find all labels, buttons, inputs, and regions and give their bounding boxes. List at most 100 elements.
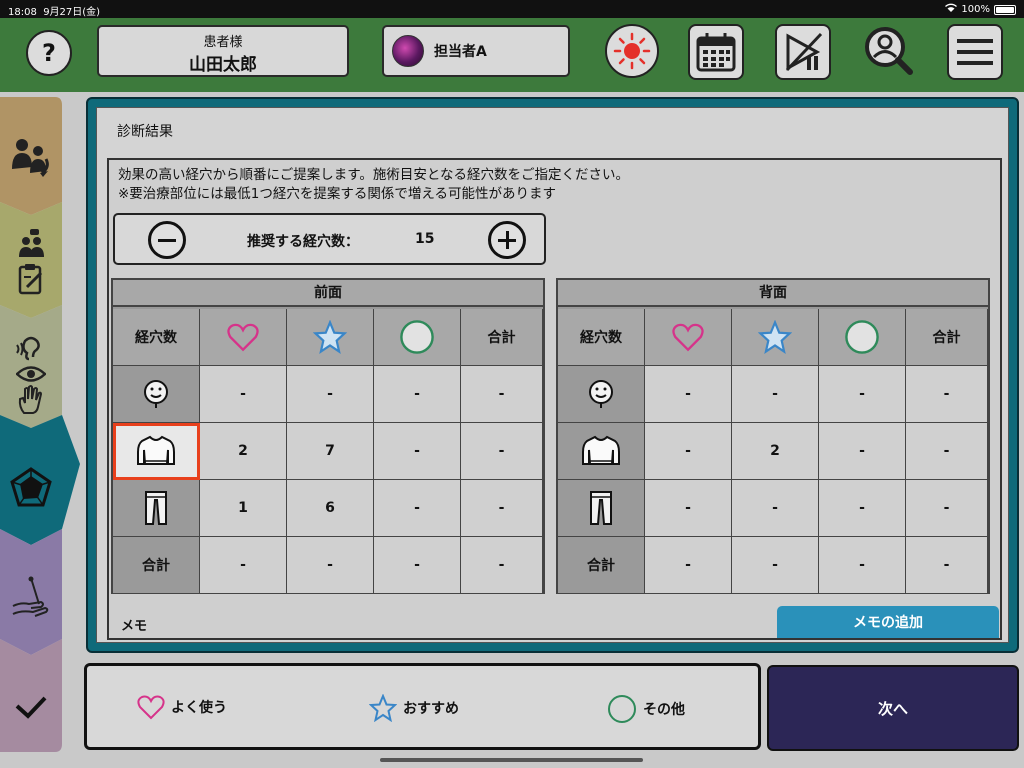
- back-row-upper-body[interactable]: [558, 423, 645, 480]
- staff-avatar: [392, 35, 424, 67]
- front-row-face[interactable]: [113, 366, 200, 423]
- circle-icon: [845, 320, 879, 354]
- clipboard-icon: [18, 264, 43, 295]
- sunlight-button[interactable]: [605, 24, 659, 78]
- description-line-1: 効果の高い経穴から順番にご提案します。施術目安となる経穴数をご指定ください。: [118, 167, 629, 183]
- front-cell: -: [287, 537, 374, 594]
- back-cell: -: [645, 423, 732, 480]
- front-row-upper-body[interactable]: [113, 423, 200, 480]
- front-table-title: 前面: [113, 280, 543, 307]
- face-icon: [589, 380, 613, 408]
- status-time: 18:08 9月27日(金): [8, 7, 101, 18]
- front-cell: -: [374, 537, 461, 594]
- back-col-header-2: [732, 309, 819, 366]
- status-right: 100%: [945, 3, 1016, 16]
- front-col-header-3: [374, 309, 461, 366]
- next-button[interactable]: 次へ: [767, 665, 1019, 751]
- battery-icon: [994, 4, 1016, 15]
- sidebar-item-complete[interactable]: [0, 672, 62, 742]
- back-row-face[interactable]: [558, 366, 645, 423]
- front-cell: -: [374, 480, 461, 537]
- back-col-header-1: [645, 309, 732, 366]
- user-search-icon: [865, 27, 913, 75]
- calendar-button[interactable]: [688, 24, 744, 80]
- patient-name: 山田太郎: [189, 55, 257, 75]
- back-cell: -: [819, 537, 906, 594]
- play-pause-button[interactable]: [775, 24, 831, 80]
- front-col-header-4: 合計: [461, 309, 543, 366]
- battery-percent: 100%: [961, 4, 990, 15]
- sun-icon: [613, 32, 651, 70]
- sidebar-item-acupuncture[interactable]: [0, 562, 62, 632]
- decrease-button[interactable]: [148, 221, 186, 259]
- play-pause-icon: [785, 32, 823, 72]
- back-cell: -: [906, 537, 988, 594]
- front-cell: -: [461, 366, 543, 423]
- back-cell: -: [732, 537, 819, 594]
- staff-card[interactable]: 担当者A: [382, 25, 570, 77]
- back-cell: -: [906, 423, 988, 480]
- description-line-2: ※要治療部位には最低1つ経穴を提案する関係で増える可能性があります: [118, 186, 556, 202]
- front-cell: -: [461, 423, 543, 480]
- back-row-lower-body[interactable]: [558, 480, 645, 537]
- memo-label: メモ: [121, 619, 148, 634]
- star-icon: [758, 320, 792, 354]
- legend-recommended: おすすめ: [369, 694, 459, 722]
- legend-bar: よく使う おすすめ その他: [84, 663, 761, 750]
- back-cell: -: [645, 366, 732, 423]
- front-corner-label: 経穴数: [113, 309, 200, 366]
- section-title: 診断結果: [117, 124, 173, 140]
- back-cell: -: [906, 480, 988, 537]
- acupoint-count-stepper: 推奨する経穴数： 15: [113, 213, 546, 265]
- front-cell: -: [374, 423, 461, 480]
- sidebar-item-diagnosis[interactable]: [0, 452, 62, 522]
- hand-icon: [18, 385, 43, 414]
- calendar-icon: [696, 33, 736, 72]
- people-chat-icon: [19, 229, 44, 257]
- heart-icon: [227, 323, 259, 352]
- description: 効果の高い経穴から順番にご提案します。施術目安となる経穴数をご指定ください。 ※…: [118, 166, 629, 204]
- back-cell: -: [645, 480, 732, 537]
- front-table: 前面 経穴数 合計 - - - -2 7- -1 6- - 合計 - - - -: [111, 278, 545, 594]
- hamburger-icon: [957, 39, 993, 65]
- top-header: ? 患者様 山田太郎 担当者A: [0, 18, 1024, 92]
- help-button[interactable]: ?: [26, 30, 72, 76]
- staff-name: 担当者A: [434, 44, 487, 60]
- patient-search-button[interactable]: [862, 24, 916, 78]
- eye-icon: [16, 366, 46, 382]
- legend-other: その他: [607, 694, 685, 724]
- back-cell: 2: [732, 423, 819, 480]
- upper-body-icon: [582, 435, 620, 465]
- status-bar: 18:08 9月27日(金) 100%: [0, 0, 1024, 18]
- front-cell: 6: [287, 480, 374, 537]
- front-cell: 1: [200, 480, 287, 537]
- check-icon: [15, 696, 47, 719]
- front-cell: -: [200, 366, 287, 423]
- star-icon: [313, 320, 347, 354]
- front-cell: 7: [287, 423, 374, 480]
- patient-card[interactable]: 患者様 山田太郎: [97, 25, 349, 77]
- add-memo-button[interactable]: メモの追加: [777, 606, 999, 638]
- patient-transfer-icon: [12, 139, 49, 177]
- increase-button[interactable]: [488, 221, 526, 259]
- back-cell: -: [906, 366, 988, 423]
- back-row-total: 合計: [558, 537, 645, 594]
- back-cell: -: [819, 423, 906, 480]
- circle-icon: [400, 320, 434, 354]
- front-col-header-2: [287, 309, 374, 366]
- front-cell: -: [287, 366, 374, 423]
- legend-frequent: よく使う: [137, 694, 227, 720]
- sidebar-item-patient-transfer[interactable]: [0, 127, 62, 187]
- front-cell: 2: [200, 423, 287, 480]
- front-row-lower-body[interactable]: [113, 480, 200, 537]
- back-col-header-4: 合計: [906, 309, 988, 366]
- front-cell: -: [461, 537, 543, 594]
- sidebar-item-consultation[interactable]: [0, 217, 62, 307]
- star-icon: [369, 694, 397, 722]
- menu-button[interactable]: [947, 24, 1003, 80]
- front-row-total: 合計: [113, 537, 200, 594]
- home-indicator: [380, 758, 643, 762]
- patient-caption: 患者様: [203, 35, 243, 50]
- sidebar-item-senses[interactable]: [0, 325, 62, 425]
- counter-value: 15: [415, 231, 435, 247]
